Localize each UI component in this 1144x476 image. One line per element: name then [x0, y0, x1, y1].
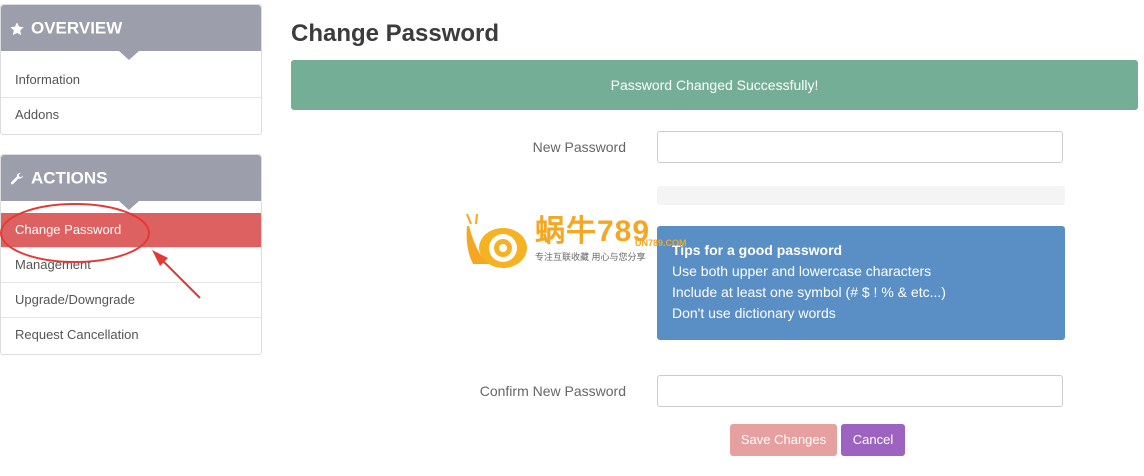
sidebar-item-request-cancellation[interactable]: Request Cancellation [1, 317, 261, 352]
overview-header: OVERVIEW [1, 5, 261, 60]
tip-line: Don't use dictionary words [672, 305, 836, 321]
confirm-password-input[interactable] [657, 375, 1063, 407]
watermark-slogan: 专注互联收藏 用心与您分享 [535, 252, 646, 262]
sidebar-item-management[interactable]: Management [1, 247, 261, 282]
tips-title: Tips for a good password [672, 242, 843, 258]
overview-panel: OVERVIEW Information Addons [0, 4, 262, 135]
overview-title: OVERVIEW [31, 18, 123, 38]
save-changes-button[interactable]: Save Changes [730, 424, 837, 456]
actions-header: ACTIONS [1, 155, 261, 210]
sidebar-item-upgrade-downgrade[interactable]: Upgrade/Downgrade [1, 282, 261, 317]
tip-line: Use both upper and lowercase characters [672, 263, 932, 279]
sidebar-item-change-password[interactable]: Change Password [1, 213, 261, 247]
success-alert: Password Changed Successfully! [291, 60, 1138, 110]
star-icon [9, 21, 27, 37]
new-password-input[interactable] [657, 131, 1063, 163]
sidebar-item-addons[interactable]: Addons [1, 97, 261, 132]
watermark: 蜗牛789 UN789.COM 专注互联收藏 用心与您分享 [463, 208, 688, 270]
watermark-brand: 蜗牛789 [535, 215, 651, 248]
wrench-icon [9, 171, 27, 187]
actions-title: ACTIONS [31, 168, 108, 188]
password-strength-bar [657, 186, 1065, 205]
password-tips-box: Tips for a good password Use both upper … [657, 226, 1065, 340]
watermark-domain: UN789.COM [635, 238, 687, 248]
new-password-label: New Password [532, 139, 626, 155]
header-pointer [119, 201, 139, 210]
actions-panel: ACTIONS Change Password Management Upgra… [0, 154, 262, 355]
sidebar-item-information[interactable]: Information [1, 63, 261, 97]
tip-line: Include at least one symbol (# $ ! % & e… [672, 284, 946, 300]
snail-logo-icon [466, 213, 527, 268]
header-pointer [119, 51, 139, 60]
confirm-password-label: Confirm New Password [479, 383, 626, 399]
page-title: Change Password [291, 20, 500, 47]
cancel-button[interactable]: Cancel [841, 424, 905, 456]
